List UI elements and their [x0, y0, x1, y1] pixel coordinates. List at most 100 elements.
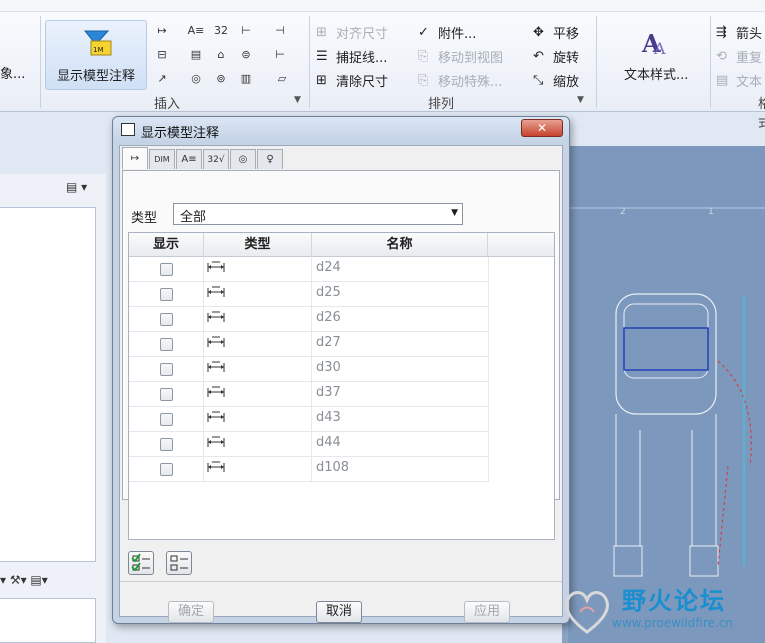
table-row[interactable]: d30 — [129, 357, 489, 382]
tab-datums[interactable]: ♀ — [257, 149, 283, 169]
tab-symbols[interactable]: ◎ — [230, 149, 256, 169]
move-special-tool[interactable]: ⎘ 移动特殊... — [418, 70, 502, 90]
separator — [40, 16, 41, 108]
pan-tool[interactable]: ✥ 平移 — [533, 22, 579, 42]
dimension-icon — [207, 311, 225, 322]
arc-tool[interactable]: ↗ — [152, 70, 172, 88]
group-expand-icon[interactable]: ▼ — [577, 95, 584, 105]
show-model-annotations-button[interactable]: 1M 显示模型注释 — [45, 20, 147, 90]
cut-off-label[interactable]: 象... — [0, 62, 25, 82]
scale-icon: ⤡ — [533, 73, 544, 88]
drawing-sketch: 2 1 — [568, 207, 765, 577]
show-checkbox[interactable] — [160, 463, 173, 476]
type-cell — [204, 282, 312, 307]
dialog-title-bar[interactable]: 显示模型注释 ✕ — [113, 117, 569, 143]
show-cell — [129, 457, 204, 482]
dialog-window-icon — [121, 123, 135, 136]
quick-access-strip — [0, 0, 765, 12]
svg-text:1M: 1M — [93, 46, 104, 54]
axis-tool[interactable]: ⊢ — [270, 46, 290, 64]
table-row[interactable]: d24 — [129, 257, 489, 282]
move-to-view-tool[interactable]: ⎘ 移动到视图 — [418, 46, 503, 66]
apply-button[interactable]: 应用 — [464, 601, 510, 623]
cancel-button[interactable]: 取消 — [316, 601, 362, 623]
table-row[interactable]: d37 — [129, 382, 489, 407]
gtol-tool[interactable]: ⊟ — [152, 46, 172, 64]
tab-geometric-tolerance[interactable]: DIM — [149, 149, 175, 169]
view-icon: ⎘ — [418, 49, 429, 64]
show-checkbox[interactable] — [160, 388, 173, 401]
column-name[interactable]: 名称 — [312, 233, 488, 257]
dimension-icon — [207, 436, 225, 447]
align-icon: ⊞ — [316, 25, 327, 40]
tab-surface-finish[interactable]: 32√ — [203, 149, 229, 169]
column-type[interactable]: 类型 — [204, 233, 312, 257]
name-cell: d37 — [312, 382, 489, 407]
datum-tool[interactable]: ⌂ — [211, 46, 231, 64]
clear-all-button[interactable] — [166, 551, 192, 575]
tab-dimensions[interactable]: ↦ — [122, 147, 148, 169]
tab-notes[interactable]: A≡ — [176, 149, 202, 169]
table-row[interactable]: d27 — [129, 332, 489, 357]
panel-tools-icon[interactable]: ▾ ⚒▾ ▤▾ — [0, 573, 48, 587]
svg-text:A: A — [653, 39, 666, 56]
cleanup-dimension-tool[interactable]: ⊞ 清除尺寸 — [316, 70, 388, 90]
show-checkbox[interactable] — [160, 288, 173, 301]
scale-tool[interactable]: ⤡ 缩放 — [533, 70, 579, 90]
group-expand-icon[interactable]: ▼ — [294, 95, 301, 105]
show-checkbox[interactable] — [160, 263, 173, 276]
show-cell — [129, 357, 204, 382]
snap-line-tool[interactable]: ☰ 捕捉线... — [316, 46, 387, 66]
show-checkbox[interactable] — [160, 313, 173, 326]
ordinate-tool[interactable]: ⊢ — [236, 22, 256, 40]
ok-button[interactable]: 确定 — [168, 601, 214, 623]
rotate-icon: ↶ — [533, 49, 544, 64]
name-cell: d24 — [312, 257, 489, 282]
arrow-tool[interactable]: ⇶ 箭头 — [716, 22, 762, 42]
text-style-button[interactable]: A A 文本样式... — [620, 20, 710, 86]
column-show[interactable]: 显示 — [129, 233, 204, 257]
table-row[interactable]: d26 — [129, 307, 489, 332]
snap-icon: ☰ — [316, 49, 328, 64]
show-checkbox[interactable] — [160, 338, 173, 351]
lower-list[interactable] — [0, 598, 96, 643]
show-all-button[interactable] — [128, 551, 154, 575]
attach-tool[interactable]: ✓ 附件... — [418, 22, 476, 42]
model-tree-list[interactable] — [0, 207, 96, 562]
type-dropdown[interactable]: 全部 ▼ — [173, 203, 463, 225]
note-tool[interactable]: A≡ — [186, 22, 206, 40]
reference-tool[interactable]: ⊣ — [270, 22, 290, 40]
surface-finish-tool[interactable]: 32 — [211, 22, 231, 40]
text-tool[interactable]: ▤ 文本 — [716, 70, 762, 90]
arrow-icon: ⇶ — [716, 25, 727, 40]
drawing-canvas[interactable]: 2 1 — [568, 146, 765, 643]
separator — [596, 16, 597, 108]
align-dimension-tool[interactable]: ⊞ 对齐尺寸 — [316, 22, 388, 42]
close-button[interactable]: ✕ — [521, 119, 563, 137]
repeat-tool[interactable]: ⟲ 重复 — [716, 46, 762, 66]
footer-separator — [120, 581, 562, 582]
balloon-tool[interactable]: ◎ — [186, 70, 206, 88]
dimension-icon — [207, 286, 225, 297]
show-checkbox[interactable] — [160, 363, 173, 376]
parallel-tool[interactable]: ▱ — [272, 70, 292, 88]
dimension-icon — [207, 336, 225, 347]
dimension-tool[interactable]: ↦ — [152, 22, 172, 40]
table-row[interactable]: d25 — [129, 282, 489, 307]
type-cell — [204, 407, 312, 432]
big-button-label: 显示模型注释 — [56, 69, 135, 84]
dim-box-tool[interactable]: ▤ — [186, 46, 206, 64]
table-row[interactable]: d44 — [129, 432, 489, 457]
show-checkbox[interactable] — [160, 413, 173, 426]
watermark-logo — [565, 591, 609, 634]
table-row[interactable]: d43 — [129, 407, 489, 432]
annotation-type-tabs: ↦ DIM A≡ 32√ ◎ ♀ — [122, 147, 284, 171]
symbol-tool[interactable]: ⊜ — [236, 46, 256, 64]
panel-menu-icon[interactable]: ▤ ▾ — [66, 180, 87, 194]
table-tool[interactable]: ▥ — [236, 70, 256, 88]
show-checkbox[interactable] — [160, 438, 173, 451]
rotate-tool[interactable]: ↶ 旋转 — [533, 46, 579, 66]
target-tool[interactable]: ⊚ — [211, 70, 231, 88]
table-row[interactable]: d108 — [129, 457, 489, 482]
chevron-down-icon: ▼ — [451, 208, 458, 218]
